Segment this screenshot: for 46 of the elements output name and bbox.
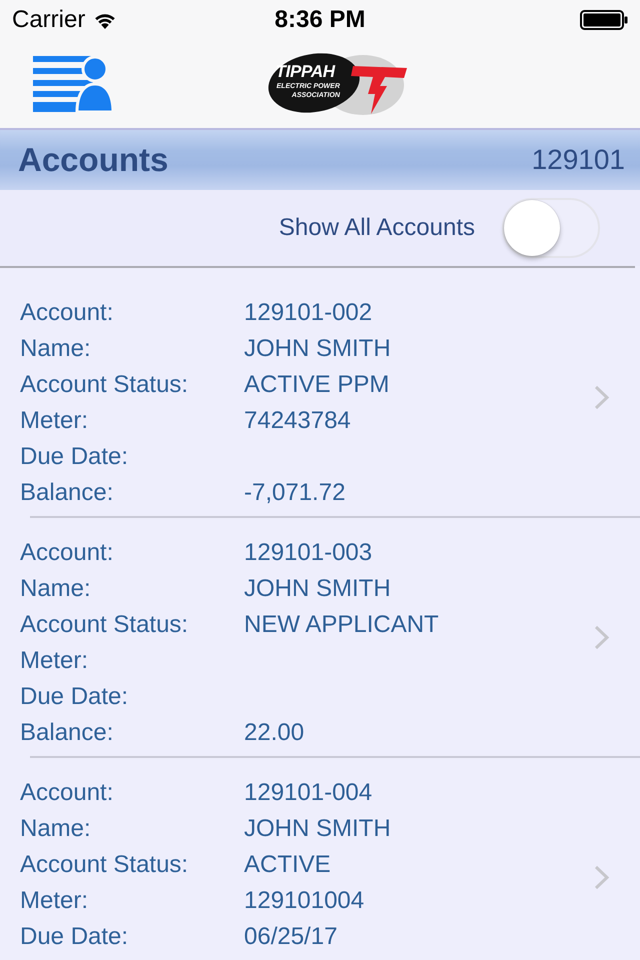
field-label: Due Date: — [20, 443, 128, 471]
logo-title: TIPPAH — [276, 63, 336, 80]
field-value: 129101-002 — [244, 299, 372, 327]
field-label: Balance: — [20, 719, 114, 747]
account-number: 129101 — [532, 144, 625, 176]
show-all-switch[interactable] — [502, 198, 600, 258]
field-value: -7,071.72 — [244, 479, 346, 507]
toggle-label: Show All Accounts — [278, 214, 475, 242]
chevron-icon — [594, 384, 610, 410]
field-label: Due Date: — [20, 683, 128, 711]
field-label: Account: — [20, 779, 114, 807]
field-label: Meter: — [20, 887, 88, 915]
person-list-icon[interactable] — [33, 56, 113, 112]
account-row[interactable]: Account: 129101-002 Name: JOHN SMITH Account Status: ACTIVE PPM Meter: 74243784 Due Date: Balance: -7,071.72 — [0, 278, 640, 516]
account-row[interactable]: Account: 129101-003 Name: JOHN SMITH Account Status: NEW APPLICANT Meter: Due Date: Balance: 22.00 — [0, 518, 640, 756]
field-label: Account: — [20, 539, 114, 567]
field-label: Name: — [20, 575, 91, 603]
field-label: Meter: — [20, 407, 88, 435]
field-label: Meter: — [20, 647, 88, 675]
field-label: Balance: — [20, 479, 114, 507]
battery-icon — [580, 10, 628, 30]
field-value: JOHN SMITH — [244, 815, 391, 843]
account-row[interactable]: Account: 129101-004 Name: JOHN SMITH Account Status: ACTIVE Meter: 129101004 Due Date: 06/25/17 — [0, 758, 640, 960]
field-value: 06/25/17 — [244, 923, 338, 951]
field-value: ACTIVE PPM — [244, 371, 390, 399]
field-label: Name: — [20, 335, 91, 363]
field-value: 22.00 — [244, 719, 304, 747]
field-value: JOHN SMITH — [244, 575, 391, 603]
field-label: Account Status: — [20, 611, 188, 639]
field-value: 74243784 — [244, 407, 351, 435]
chevron-icon — [594, 624, 610, 650]
field-label: Account Status: — [20, 851, 188, 879]
field-value: 129101-003 — [244, 539, 372, 567]
field-value: NEW APPLICANT — [244, 611, 439, 639]
chevron-icon — [594, 864, 610, 890]
field-label: Due Date: — [20, 923, 128, 951]
field-value: ACTIVE — [244, 851, 331, 879]
header-title: Accounts — [18, 141, 168, 179]
carrier-name: Carrier — [12, 6, 86, 34]
field-label: Account Status: — [20, 371, 188, 399]
field-label: Account: — [20, 299, 114, 327]
field-value: 129101004 — [244, 887, 364, 915]
field-label: Name: — [20, 815, 91, 843]
status-time: 8:36 PM — [274, 6, 366, 34]
field-value: JOHN SMITH — [244, 335, 391, 363]
field-value: 129101-004 — [244, 779, 372, 807]
